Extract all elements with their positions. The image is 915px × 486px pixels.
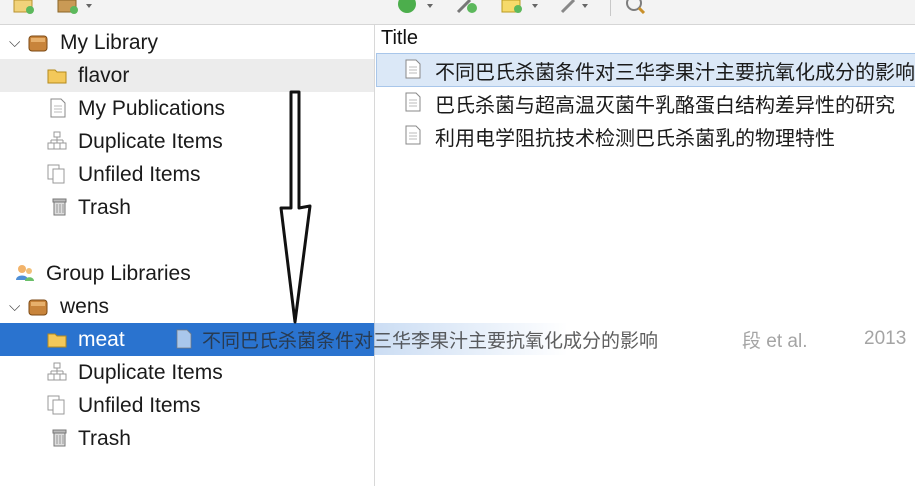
document-icon xyxy=(405,59,421,79)
drag-ghost-author: 段 et al. xyxy=(742,330,808,352)
unfiled-items-icon xyxy=(47,395,65,415)
drag-ghost-title: 不同巴氏杀菌条件对三华李果汁主要抗氧化成分的影响 xyxy=(202,330,659,352)
item-title: 利用电学阻抗技术检测巴氏杀菌乳的物理特性 xyxy=(435,127,835,150)
items-pane: Title 不同巴氏杀菌条件对三华李果汁主要抗氧化成分的影响 巴氏杀菌与超高温灭… xyxy=(375,25,915,486)
tree-unfiled-items[interactable]: Unfiled Items xyxy=(0,158,374,191)
new-collection-icon[interactable] xyxy=(12,0,36,14)
chevron-down-icon[interactable]: ⌵ xyxy=(9,298,20,315)
folder-icon xyxy=(47,69,67,84)
tree-label: Unfiled Items xyxy=(78,162,201,186)
tree-group-libraries[interactable]: Group Libraries xyxy=(0,257,374,290)
tree-label: Duplicate Items xyxy=(78,129,223,153)
new-item-icon[interactable] xyxy=(395,0,439,14)
library-icon xyxy=(28,35,48,52)
item-title: 巴氏杀菌与超高温灭菌牛乳酪蛋白结构差异性的研究 xyxy=(435,94,895,117)
attachment-icon[interactable] xyxy=(558,0,594,14)
tree-label: Duplicate Items xyxy=(78,360,223,384)
tree-label: Trash xyxy=(78,195,131,219)
duplicate-items-icon xyxy=(47,131,67,150)
trash-icon xyxy=(52,198,67,216)
tree-group-wens[interactable]: ⌵ wens xyxy=(0,290,374,323)
tree-label: Trash xyxy=(78,426,131,450)
search-icon[interactable] xyxy=(624,0,648,14)
tree-label: flavor xyxy=(78,63,130,87)
folder-icon xyxy=(47,333,67,348)
down-arrow-annotation xyxy=(279,90,312,324)
drag-ghost-year: 2013 xyxy=(864,328,907,349)
tree-label: meat xyxy=(78,327,125,351)
tree-label: wens xyxy=(60,294,110,318)
item-title: 不同巴氏杀菌条件对三华李果汁主要抗氧化成分的影响 xyxy=(435,61,915,84)
tree-label: My Library xyxy=(60,30,159,54)
unfiled-items-icon xyxy=(47,164,65,184)
toolbar xyxy=(0,0,915,25)
document-icon xyxy=(405,92,421,112)
library-icon xyxy=(28,299,48,316)
tree-group-duplicate-items[interactable]: Duplicate Items xyxy=(0,356,374,389)
tree-label: Group Libraries xyxy=(46,261,191,285)
document-icon xyxy=(176,329,192,349)
group-libraries-icon xyxy=(16,265,34,281)
toolbar-separator xyxy=(610,0,611,16)
item-row[interactable]: 不同巴氏杀菌条件对三华李果汁主要抗氧化成分的影响 xyxy=(376,53,915,87)
tree-my-library[interactable]: ⌵ My Library xyxy=(0,26,374,59)
collections-pane: ⌵ My Library flavor My Publications Dupl… xyxy=(0,25,375,486)
drag-ghost-item: 不同巴氏杀菌条件对三华李果汁主要抗氧化成分的影响 段 et al. 2013 xyxy=(148,323,915,355)
tree-my-publications[interactable]: My Publications xyxy=(0,92,374,125)
duplicate-items-icon xyxy=(47,362,67,381)
document-icon xyxy=(50,98,66,118)
chevron-down-icon[interactable]: ⌵ xyxy=(9,34,20,51)
document-icon xyxy=(405,125,421,145)
column-header-title[interactable]: Title xyxy=(381,27,418,50)
new-library-icon[interactable] xyxy=(56,0,96,14)
item-row[interactable]: 利用电学阻抗技术检测巴氏杀菌乳的物理特性 xyxy=(377,120,915,152)
tree-group-unfiled-items[interactable]: Unfiled Items xyxy=(0,389,374,422)
tree-label: My Publications xyxy=(78,96,226,120)
tree-duplicate-items[interactable]: Duplicate Items xyxy=(0,125,374,158)
add-by-identifier-icon[interactable] xyxy=(454,0,482,14)
tree-group-trash[interactable]: Trash xyxy=(0,422,374,455)
tree-label: Unfiled Items xyxy=(78,393,201,417)
tree-trash[interactable]: Trash xyxy=(0,191,374,224)
tree-collection-flavor[interactable]: flavor xyxy=(0,59,374,92)
item-row[interactable]: 巴氏杀菌与超高温灭菌牛乳酪蛋白结构差异性的研究 xyxy=(377,87,915,119)
trash-icon xyxy=(52,429,67,447)
new-note-icon[interactable] xyxy=(500,0,544,14)
